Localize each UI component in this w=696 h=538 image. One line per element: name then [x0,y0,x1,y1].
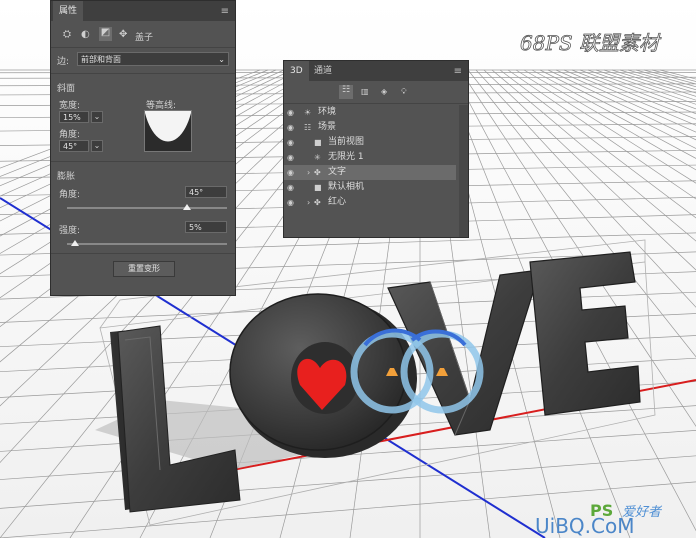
layer-label: 场景 [318,122,337,132]
tab-properties[interactable]: 属性 [53,1,84,21]
cap-mode-icon[interactable]: ◩ [99,27,112,41]
mode-toolbar: ⛭ ◐ ◩ ✥ 盖子 [61,27,221,43]
scene-icon: ☷ [304,123,312,132]
eye-icon[interactable]: ◉ [287,120,294,135]
layer-label: 环境 [318,107,337,117]
eye-icon[interactable]: ◉ [287,195,294,210]
strength-label: 强度: [59,226,81,236]
chevron-right-icon[interactable]: › [307,165,310,180]
menu-icon[interactable]: ≡ [454,66,462,77]
deform-mode-icon[interactable]: ◐ [81,29,90,40]
scrollbar[interactable] [459,105,468,237]
properties-tabbar: 属性 ≡ [51,1,235,21]
layer-row[interactable]: ◉ › ✤ 红心 [284,195,456,210]
angle-dropdown[interactable]: ⌄ [91,140,103,152]
strength-thumb[interactable] [71,240,79,246]
3d-filter-toolbar: ☷ ▥ ◈ 💡︎ [339,85,429,101]
bevel-title: 斜面 [57,84,76,94]
eye-icon[interactable]: ◉ [287,105,294,120]
inflate-angle-thumb[interactable] [183,204,191,210]
angle-field[interactable]: 45° [59,140,89,152]
letter-e[interactable] [529,251,641,416]
contour-preview[interactable] [144,110,192,152]
chevron-down-icon: ⌄ [218,55,225,64]
width-label: 宽度: [59,101,81,111]
eye-icon[interactable]: ◉ [287,180,294,195]
light-filter-icon[interactable]: 💡︎ [401,87,407,97]
eye-icon[interactable]: ◉ [287,135,294,150]
properties-panel: 属性 ≡ ⛭ ◐ ◩ ✥ 盖子 边: 前部和背面 ⌄ 斜面 宽度: 15% ⌄ … [50,0,236,296]
mesh-filter-icon[interactable]: ▥ [361,87,369,96]
camera-icon: ■ [314,138,322,147]
layer-label: 无限光 1 [328,152,364,162]
inflate-angle-label: 角度: [59,190,81,200]
inflate-angle-field[interactable]: 45° [185,186,227,198]
3d-layer-list: ◉ ☀ 环境 ◉ ☷ 场景 ◉ ■ 当前视图 ◉ ✳ 无限光 1 ◉ › ✤ 文字 ◉ ■ 默认相机 ◉ › ✤ 红心 [284,105,468,237]
inflate-angle-slider[interactable] [67,207,227,209]
menu-icon[interactable]: ≡ [221,6,229,17]
layer-label: 默认相机 [328,182,365,192]
3d-panel: 3D 通道 ≡ ☷ ▥ ◈ 💡︎ ◉ ☀ 环境 ◉ ☷ 场景 ◉ ■ 当前视图 ◉ ✳ 无限光 1 ◉ ›… [283,60,469,238]
contour-curve [145,113,191,151]
eye-icon[interactable]: ◉ [287,165,294,180]
layer-row[interactable]: ◉ ■ 默认相机 [284,180,456,195]
mode-label: 盖子 [135,33,154,43]
layer-label: 当前视图 [328,137,365,147]
mesh-icon: ✤ [314,168,321,177]
layer-row[interactable]: ◉ ✳ 无限光 1 [284,150,456,165]
tab-3d[interactable]: 3D [284,61,309,81]
width-dropdown[interactable]: ⌄ [91,111,103,123]
camera-icon: ■ [314,183,322,192]
watermark-top: 68PS 联盟素材 [520,31,662,55]
side-label: 边: [57,57,70,67]
angle-label: 角度: [59,130,81,140]
side-select[interactable]: 前部和背面 ⌄ [77,52,229,66]
inflate-title: 膨胀 [57,172,76,182]
scene-filter-icon[interactable]: ☷ [339,85,353,99]
mesh-icon: ✤ [314,198,321,207]
3d-tabbar: 3D 通道 ≡ [284,61,468,81]
side-select-value: 前部和背面 [81,55,121,64]
eye-icon[interactable]: ◉ [287,150,294,165]
light-icon: ✳ [314,153,321,162]
mesh-mode-icon[interactable]: ⛭ [63,29,71,40]
layer-label: 文字 [328,167,347,177]
tab-channels[interactable]: 通道 [308,61,338,81]
layer-label: 红心 [328,197,347,207]
layer-row[interactable]: ◉ ☀ 环境 [284,105,456,120]
layer-row[interactable]: ◉ ■ 当前视图 [284,135,456,150]
width-field[interactable]: 15% [59,111,89,123]
chevron-right-icon[interactable]: › [307,195,310,210]
strength-slider[interactable] [67,243,227,245]
layer-row[interactable]: ◉ ☷ 场景 [284,120,456,135]
material-filter-icon[interactable]: ◈ [381,87,387,96]
reset-deform-button[interactable]: 重置变形 [113,261,175,277]
watermark-url: UiBQ.CoM [535,514,634,538]
environment-icon: ☀ [304,108,312,117]
strength-field[interactable]: 5% [185,221,227,233]
layer-row[interactable]: ◉ › ✤ 文字 [284,165,456,180]
coordinates-icon[interactable]: ✥ [119,29,127,40]
